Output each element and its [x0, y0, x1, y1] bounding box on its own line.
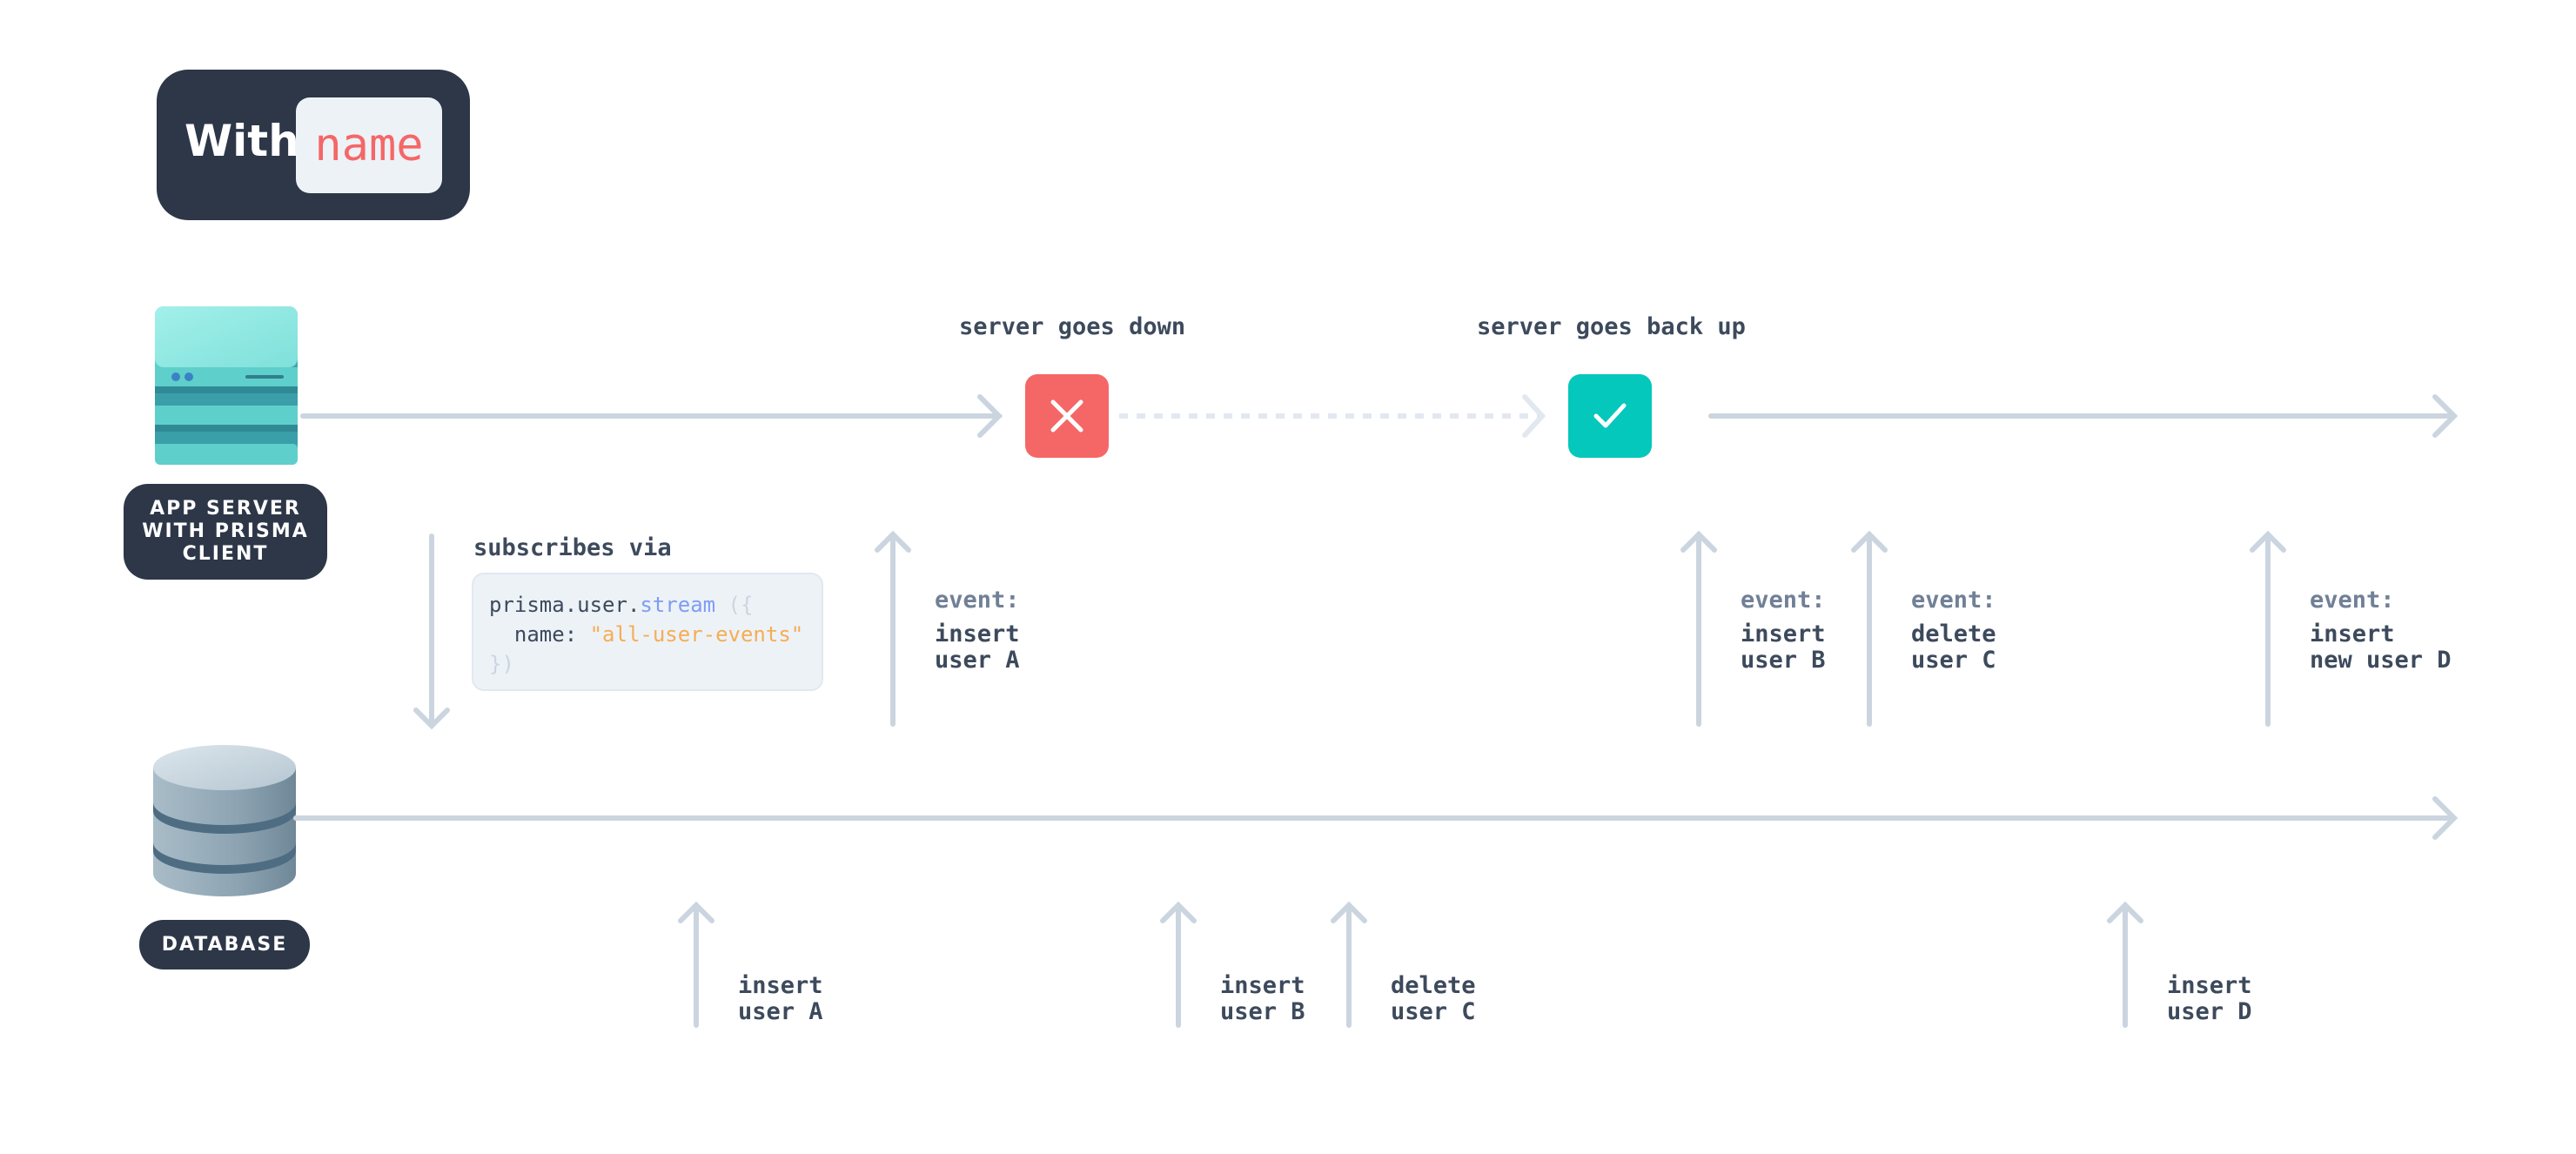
event-head: event: — [935, 587, 1020, 614]
event-label: event: insert user B — [1741, 587, 1826, 674]
event-head: event: — [2310, 587, 2395, 614]
server-timeline — [300, 394, 2459, 438]
subscribes-via-label: subscribes via — [473, 534, 672, 561]
db-operation-label: insert user B — [1220, 972, 1305, 1025]
db-operation-arrow — [1331, 901, 1367, 1028]
code-method: stream — [640, 593, 716, 617]
db-operation-label: insert user D — [2167, 972, 2252, 1025]
subscribe-arrow — [413, 533, 450, 730]
code-punct-close: }) — [489, 652, 514, 676]
event-head: event: — [1911, 587, 1996, 614]
db-operation-arrow — [2107, 901, 2143, 1028]
server-up-label: server goes back up — [1477, 313, 1746, 340]
code-key: name: — [489, 622, 590, 647]
code-string: "all-user-events" — [589, 622, 804, 647]
event-arrow — [875, 530, 911, 727]
code-punct-open: ({ — [715, 593, 754, 617]
database-timeline — [293, 796, 2459, 840]
event-arrows — [875, 530, 2286, 727]
code-snippet: prisma.user.stream ({ name: "all-user-ev… — [472, 573, 823, 691]
server-down-label: server goes down — [959, 313, 1186, 340]
server-down-badge — [1025, 374, 1109, 458]
event-arrow — [1680, 530, 1717, 727]
check-icon — [1593, 403, 1627, 428]
event-body: insert user A — [935, 621, 1020, 674]
db-operation-arrow — [678, 901, 714, 1028]
db-operation-label: delete user C — [1391, 972, 1476, 1025]
x-icon — [1050, 399, 1083, 433]
server-icon — [155, 306, 298, 465]
database-label: DATABASE — [139, 920, 310, 969]
app-server-label: APP SERVER WITH PRISMA CLIENT — [124, 484, 327, 580]
event-label: event: insert user A — [935, 587, 1020, 674]
event-body: insert user B — [1741, 621, 1826, 674]
event-label: event: delete user C — [1911, 587, 1996, 674]
event-arrow — [2250, 530, 2286, 727]
code-object: prisma.user. — [489, 593, 641, 617]
event-arrow — [1851, 530, 1888, 727]
event-label: event: insert new user D — [2310, 587, 2452, 674]
downtime-dashed-line — [1119, 394, 1546, 438]
server-up-badge — [1568, 374, 1652, 458]
event-body: delete user C — [1911, 621, 1996, 674]
db-operation-label: insert user A — [738, 972, 823, 1025]
event-head: event: — [1741, 587, 1826, 614]
database-icon — [153, 745, 296, 896]
event-body: insert new user D — [2310, 621, 2452, 674]
db-operation-arrow — [1160, 901, 1197, 1028]
